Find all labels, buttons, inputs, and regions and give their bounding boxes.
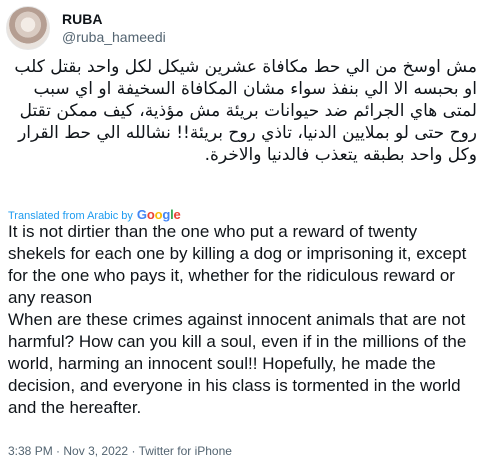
author-handle[interactable]: @ruba_hameedi (62, 28, 166, 46)
translation-attribution[interactable]: Translated from Arabic by Google (8, 207, 181, 222)
tweet-meta: 3:38 PM · Nov 3, 2022 · Twitter for iPho… (8, 444, 232, 458)
avatar[interactable] (6, 6, 50, 50)
arabic-paragraph: مش اوسخ من الي حط مكافاة عشرين شيكل لكل … (9, 57, 477, 99)
meta-separator: · (131, 444, 136, 458)
tweet-source[interactable]: Twitter for iPhone (139, 444, 232, 458)
english-paragraph: When are these crimes against innocent a… (8, 310, 467, 417)
tweet-card: RUBA @ruba_hameedi مش اوسخ من الي حط مكا… (0, 0, 485, 466)
tweet-time[interactable]: 3:38 PM (8, 444, 53, 458)
author-display-name[interactable]: RUBA (62, 10, 166, 28)
meta-separator: · (56, 444, 61, 458)
tweet-text-english: It is not dirtier than the one who put a… (8, 221, 478, 419)
english-paragraph: It is not dirtier than the one who put a… (8, 222, 467, 307)
tweet-text-arabic: مش اوسخ من الي حط مكافاة عشرين شيكل لكل … (7, 56, 477, 166)
tweet-date[interactable]: Nov 3, 2022 (63, 444, 128, 458)
google-logo: Google (136, 207, 181, 222)
arabic-paragraph: لمتى هاي الجرائم ضد حيوانات بريئة مش مؤذ… (12, 101, 477, 165)
author-names: RUBA @ruba_hameedi (62, 10, 166, 46)
tweet-header: RUBA @ruba_hameedi (6, 6, 166, 50)
